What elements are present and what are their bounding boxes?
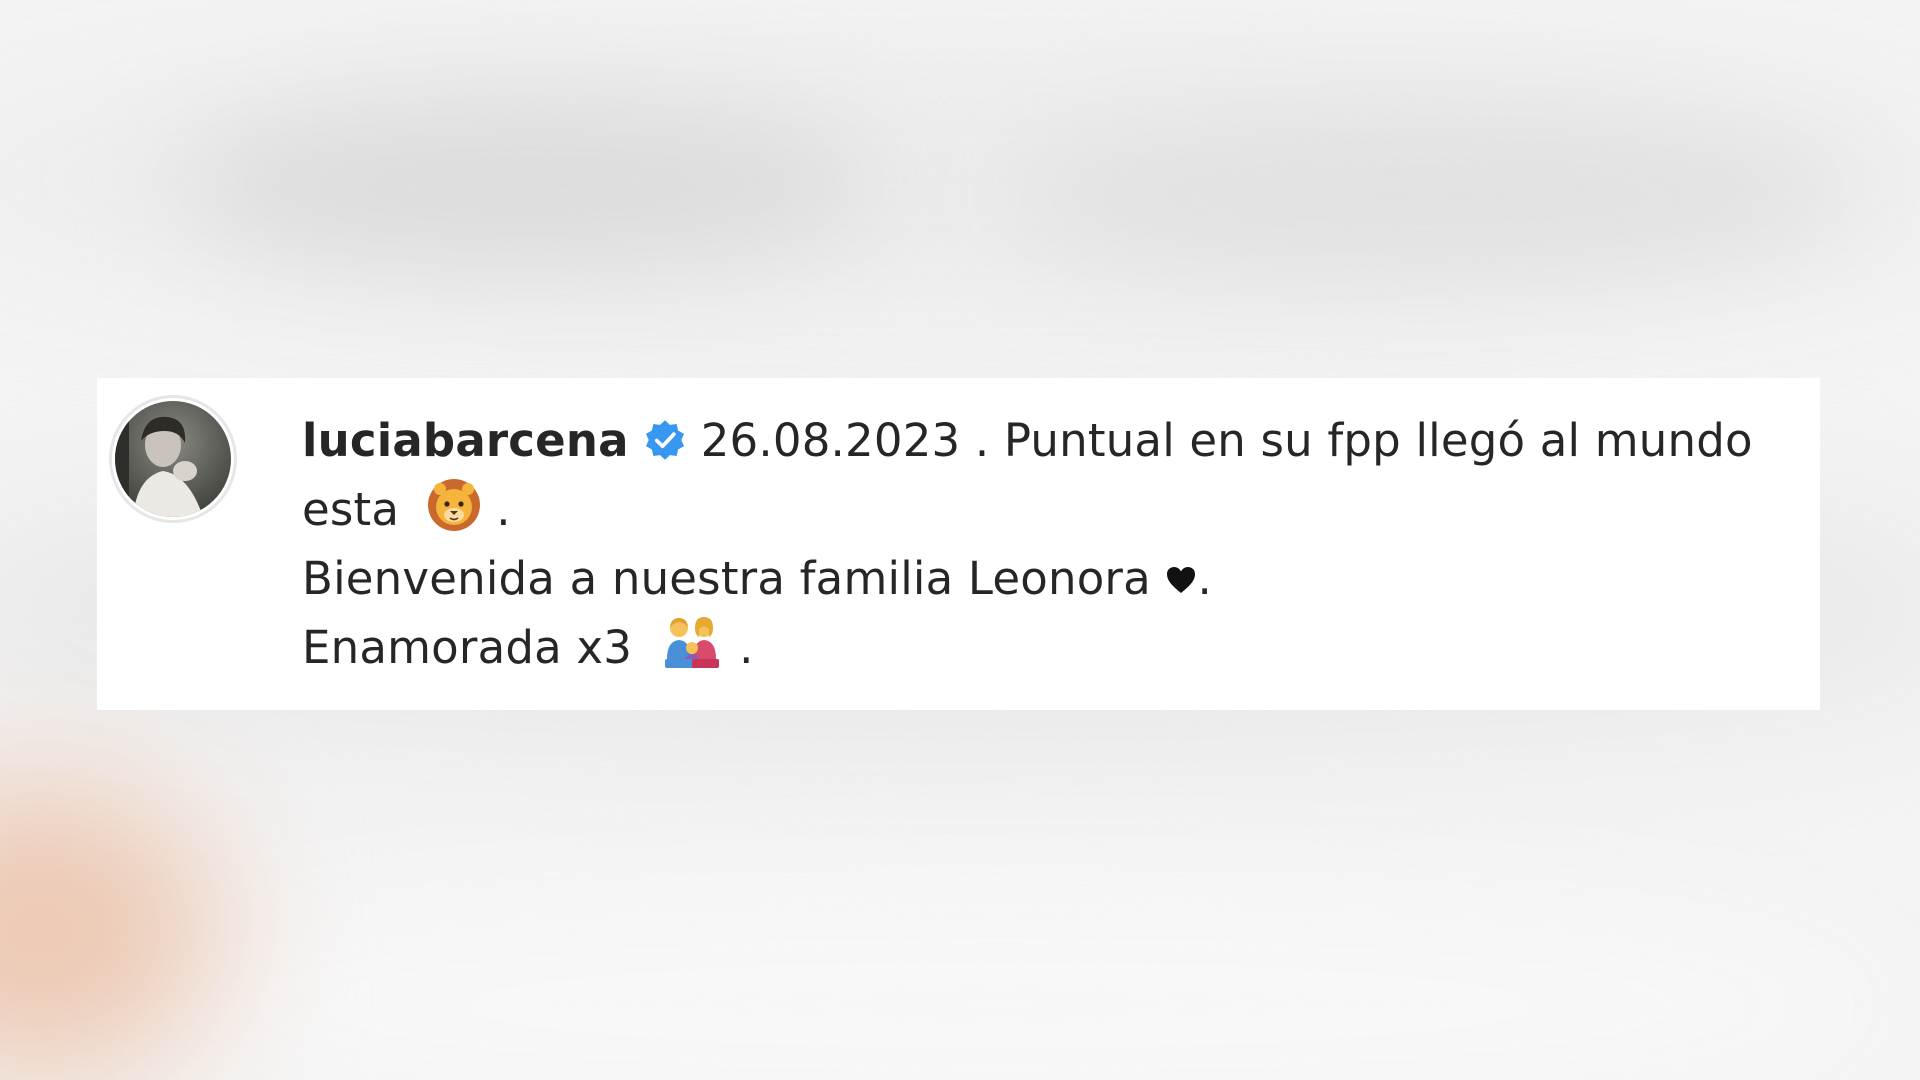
avatar[interactable]	[109, 395, 237, 523]
comment-date-text: 26.08.2023 . Puntual en su fpp llegó al …	[700, 414, 1753, 467]
family-emoji	[664, 617, 719, 668]
lion-face-emoji	[427, 479, 480, 531]
avatar-photo	[115, 401, 231, 517]
blurred-shape-left	[180, 100, 880, 270]
blurred-bottom-band	[100, 880, 1900, 1080]
blurred-shape-right	[1000, 110, 1850, 280]
verified-badge-icon	[645, 420, 684, 460]
username-link[interactable]: luciabarcena	[302, 414, 629, 467]
comment-period-4: .	[739, 621, 754, 674]
comment-line-2: esta .	[302, 475, 1782, 544]
comment-period-2: .	[496, 483, 511, 536]
comment-text-enamorada: Enamorada x3	[302, 621, 633, 674]
comment-text-esta: esta	[302, 483, 400, 536]
comment-line-1: luciabarcena 26.08.2023 . Puntual en su …	[302, 406, 1782, 475]
black-heart-icon	[1167, 567, 1196, 593]
comment-card: luciabarcena 26.08.2023 . Puntual en su …	[97, 378, 1820, 710]
comment-line-3: Bienvenida a nuestra familia Leonora .	[302, 544, 1782, 613]
comment-body: luciabarcena 26.08.2023 . Puntual en su …	[302, 406, 1782, 682]
comment-line-4: Enamorada x3 .	[302, 613, 1782, 682]
comment-text-bienvenida: Bienvenida a nuestra familia Leonora	[302, 552, 1151, 605]
comment-period-3: .	[1197, 552, 1212, 605]
